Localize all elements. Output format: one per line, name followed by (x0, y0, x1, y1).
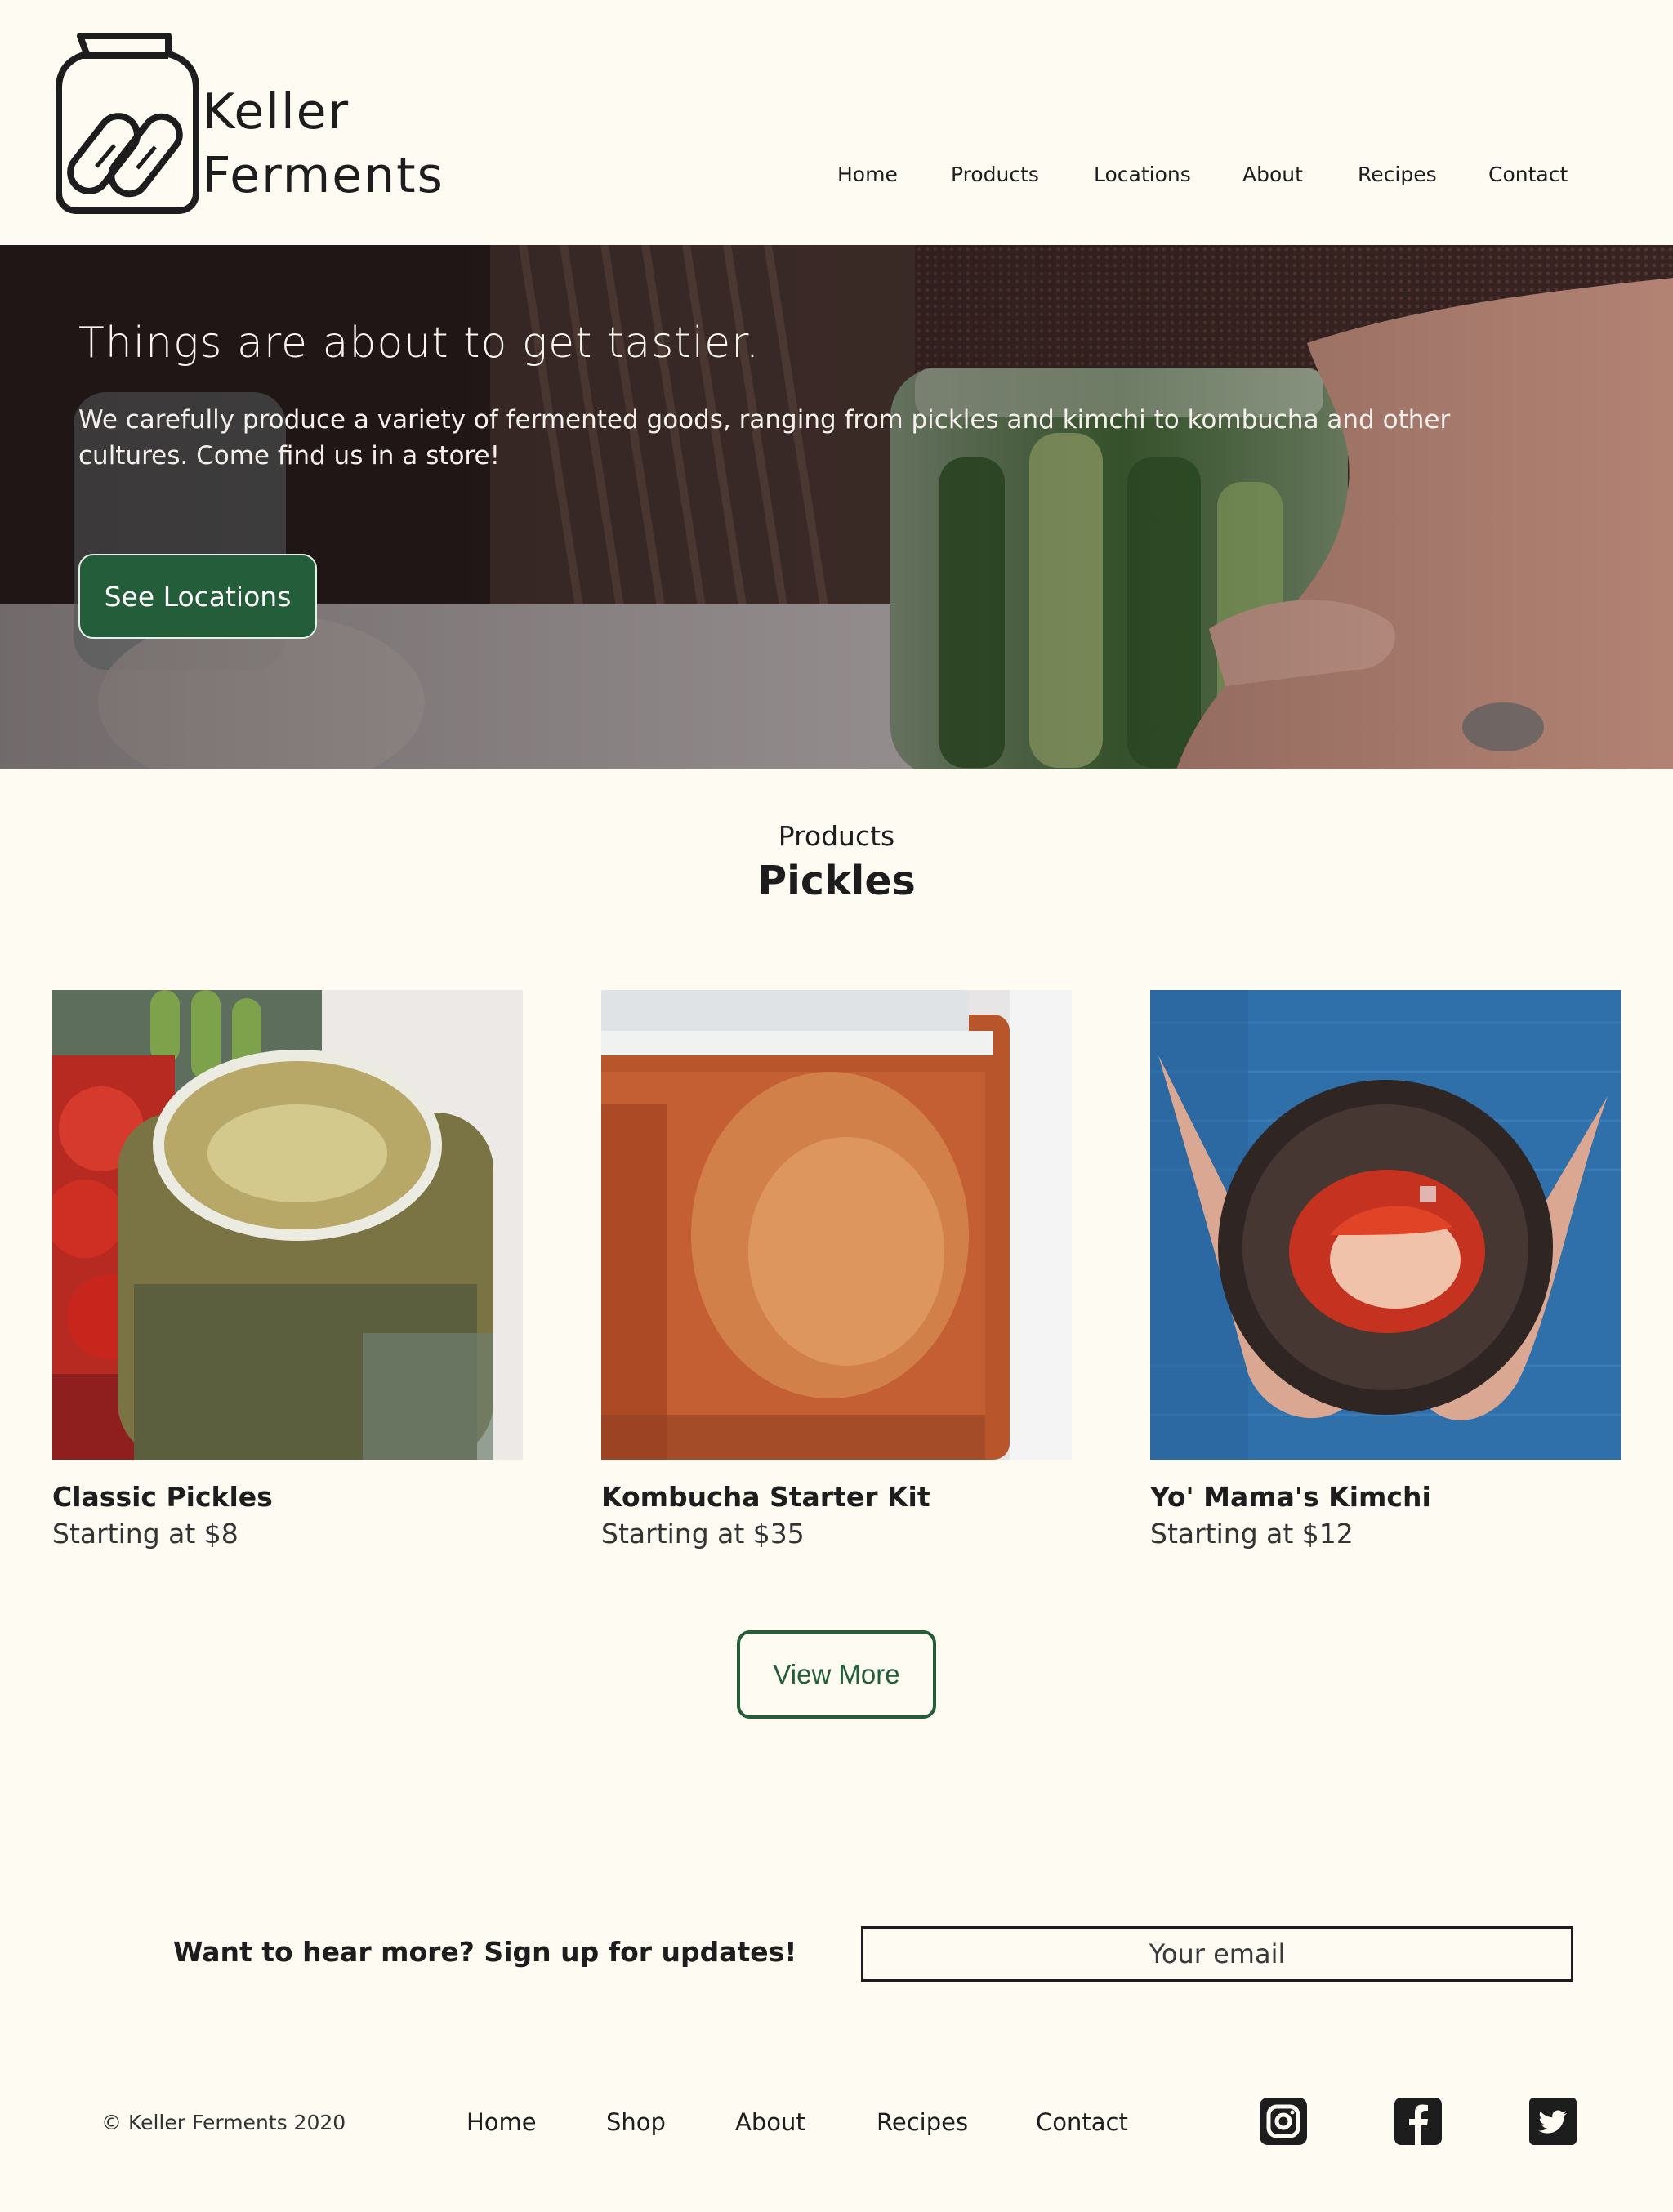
hero-banner: Things are about to get tastier. We care… (0, 245, 1673, 769)
kimchi-image[interactable] (1150, 990, 1621, 1460)
email-field[interactable] (861, 1926, 1573, 1982)
view-more-button[interactable]: View More (737, 1630, 936, 1719)
classic-pickles-image[interactable] (52, 990, 523, 1460)
product-price: Starting at $8 (52, 1518, 239, 1550)
product-price: Starting at $35 (601, 1518, 805, 1550)
twitter-icon[interactable] (1529, 2098, 1577, 2145)
nav-recipes[interactable]: Recipes (1358, 163, 1437, 186)
product-card[interactable]: Yo' Mama's Kimchi Starting at $12 (1150, 990, 1621, 1550)
product-name[interactable]: Kombucha Starter Kit (601, 1481, 1072, 1513)
product-card[interactable]: Classic Pickles Starting at $8 (52, 990, 523, 1550)
hero-title: Things are about to get tastier. (78, 319, 761, 368)
hero-description: We carefully produce a variety of fermen… (78, 405, 1451, 470)
instagram-icon[interactable] (1260, 2098, 1307, 2145)
footer-link-recipes[interactable]: Recipes (877, 2108, 968, 2136)
copyright-text: © Keller Ferments 2020 (101, 2111, 346, 2134)
product-price: Starting at $12 (1150, 1518, 1354, 1550)
product-name[interactable]: Yo' Mama's Kimchi (1150, 1481, 1621, 1513)
product-name[interactable]: Classic Pickles (52, 1481, 523, 1513)
nav-contact[interactable]: Contact (1488, 163, 1568, 186)
footer-link-home[interactable]: Home (466, 2108, 537, 2136)
section-label: Products (778, 820, 895, 852)
nav-locations[interactable]: Locations (1094, 163, 1191, 186)
section-title: Pickles (757, 858, 916, 904)
site-header: Keller Ferments Home Products Locations … (0, 0, 1673, 245)
brand-line-1: Keller (203, 83, 350, 140)
footer-link-about[interactable]: About (735, 2108, 805, 2136)
see-locations-button[interactable]: See Locations (78, 554, 317, 639)
main-nav: Home Products Locations About Recipes Co… (0, 163, 1673, 189)
product-card[interactable]: Kombucha Starter Kit Starting at $35 (601, 990, 1072, 1550)
footer-link-contact[interactable]: Contact (1036, 2108, 1128, 2136)
nav-home[interactable]: Home (837, 163, 898, 186)
kombucha-starter-kit-image[interactable] (601, 990, 1072, 1460)
footer-link-shop[interactable]: Shop (606, 2108, 666, 2136)
signup-prompt: Want to hear more? Sign up for updates! (173, 1936, 797, 1968)
nav-products[interactable]: Products (951, 163, 1039, 186)
nav-about[interactable]: About (1242, 163, 1303, 186)
facebook-icon[interactable] (1394, 2098, 1442, 2145)
